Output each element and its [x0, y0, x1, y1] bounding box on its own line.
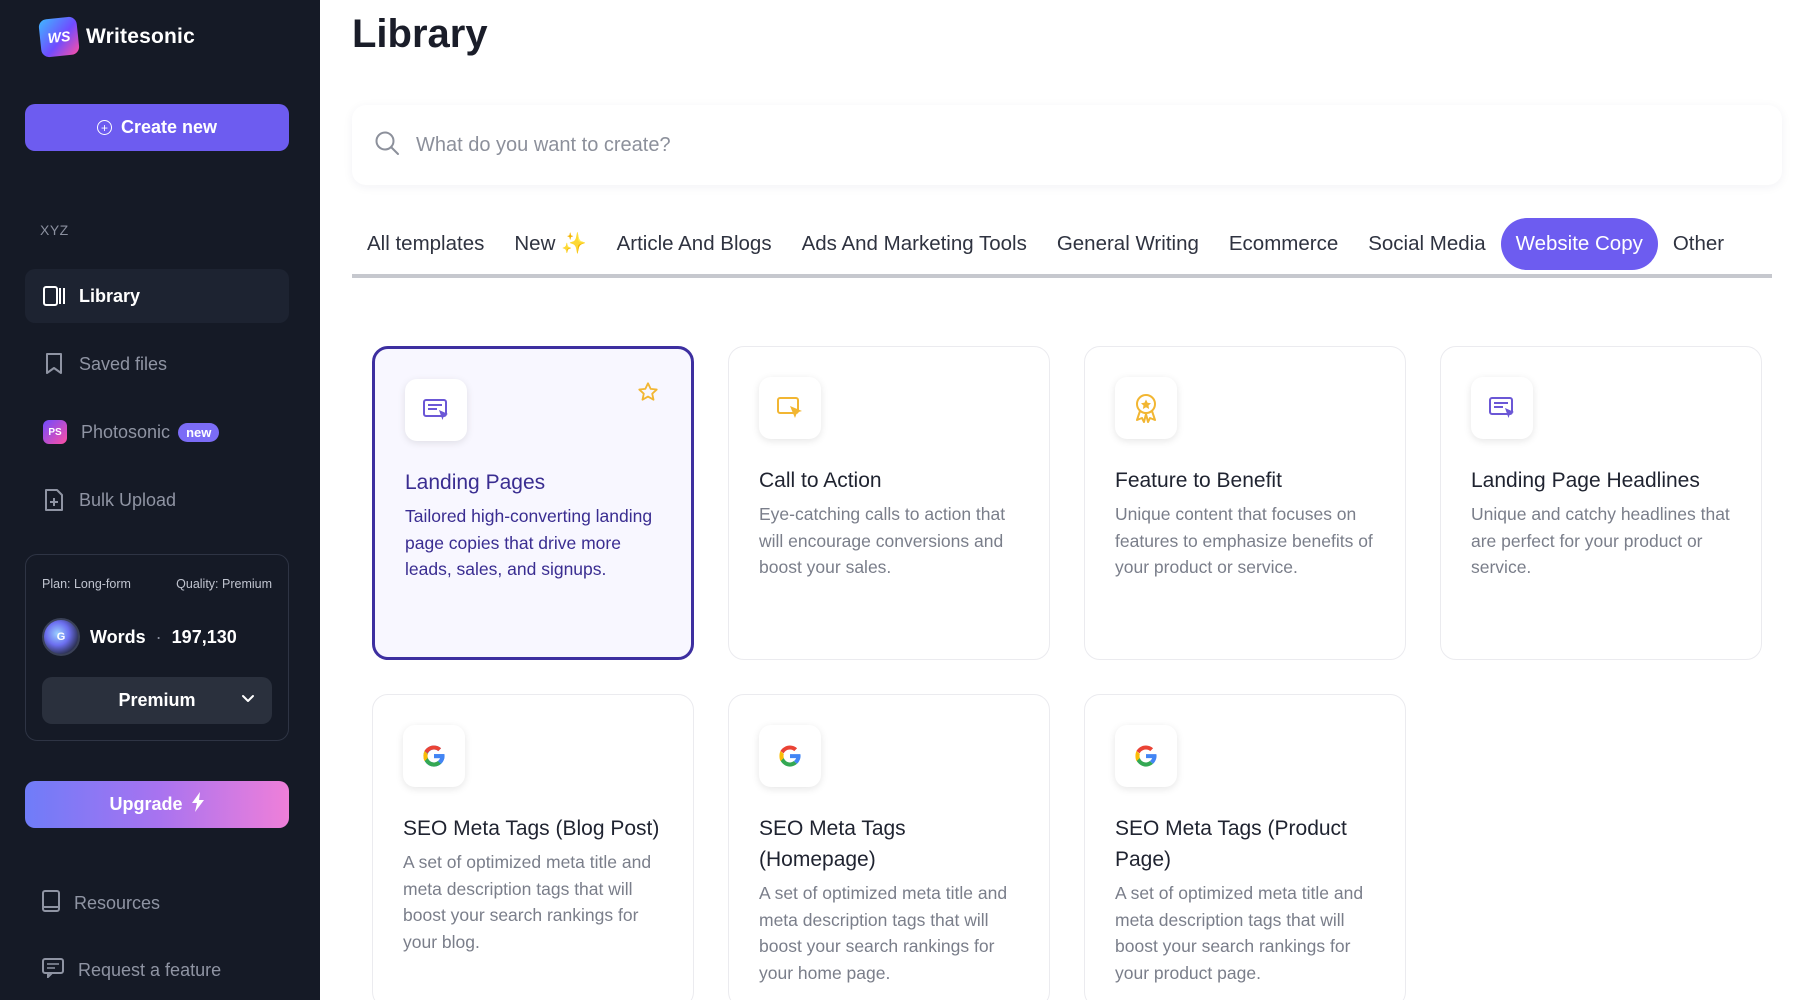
google-icon [403, 725, 465, 787]
card-description: Unique content that focuses on features … [1115, 501, 1379, 581]
template-card-landing-pages[interactable]: Landing Pages Tailored high-converting l… [372, 346, 694, 660]
plan-panel: Plan: Long-form Quality: Premium G Words… [25, 554, 289, 741]
brand-name: Writesonic [86, 25, 195, 49]
search-bar[interactable] [352, 105, 1782, 185]
sidebar-item-label: Request a feature [78, 960, 221, 981]
message-icon [42, 958, 64, 983]
card-description: Tailored high-converting landing page co… [405, 503, 665, 583]
workspace-label: XYZ [40, 222, 69, 238]
photosonic-icon: PS [43, 420, 67, 444]
sidebar-item-request-feature[interactable]: Request a feature [42, 958, 221, 983]
create-new-button[interactable]: + Create new [25, 104, 289, 151]
quality-label: Quality: Premium [176, 577, 272, 591]
tab-social-media[interactable]: Social Media [1353, 218, 1500, 270]
lightning-icon [191, 792, 205, 817]
landing-page-icon [405, 379, 467, 441]
bookmark-icon [43, 353, 65, 375]
file-plus-icon [43, 489, 65, 511]
card-description: A set of optimized meta title and meta d… [759, 880, 1023, 986]
sidebar-item-label: Saved files [79, 354, 167, 375]
plus-circle-icon: + [97, 120, 112, 135]
upgrade-label: Upgrade [109, 794, 182, 815]
tab-website-copy[interactable]: Website Copy [1501, 218, 1658, 270]
tab-ads-and-marketing-tools[interactable]: Ads And Marketing Tools [787, 218, 1042, 270]
sidebar-item-label: Resources [74, 893, 160, 914]
words-count: 197,130 [172, 627, 237, 648]
google-icon [759, 725, 821, 787]
sidebar-item-bulk-upload[interactable]: Bulk Upload [25, 473, 289, 527]
template-card-seo-meta-tags-blog-post[interactable]: SEO Meta Tags (Blog Post) A set of optim… [372, 694, 694, 1000]
tab-article-and-blogs[interactable]: Article And Blogs [602, 218, 787, 270]
card-description: Unique and catchy headlines that are per… [1471, 501, 1735, 581]
card-description: Eye-catching calls to action that will e… [759, 501, 1023, 581]
tab-all-templates[interactable]: All templates [352, 218, 499, 270]
words-label: Words [90, 627, 146, 648]
sidebar-item-label: Photosonic [81, 422, 170, 443]
star-icon[interactable] [637, 381, 659, 408]
sidebar-item-saved-files[interactable]: Saved files [25, 337, 289, 391]
sidebar-item-library[interactable]: Library [25, 269, 289, 323]
card-title: SEO Meta Tags (Product Page) [1115, 813, 1381, 875]
plan-select[interactable]: Premium [42, 677, 272, 724]
words-avatar-icon: G [42, 618, 80, 656]
award-icon [1115, 377, 1177, 439]
google-icon [1115, 725, 1177, 787]
card-title: Call to Action [759, 465, 1025, 496]
create-new-label: Create new [121, 117, 217, 138]
book-icon [42, 890, 60, 917]
sidebar-item-resources[interactable]: Resources [42, 890, 160, 917]
plan-select-value: Premium [118, 690, 195, 711]
card-description: A set of optimized meta title and meta d… [403, 849, 667, 955]
words-separator: · [156, 627, 162, 648]
card-title: Landing Page Headlines [1471, 465, 1737, 496]
sidebar-item-label: Library [79, 286, 140, 307]
search-icon [374, 130, 400, 161]
card-title: SEO Meta Tags (Blog Post) [403, 813, 669, 844]
search-input[interactable] [416, 134, 1716, 157]
tab-new[interactable]: New ✨ [499, 218, 601, 270]
sidebar-item-label: Bulk Upload [79, 490, 176, 511]
tab-general-writing[interactable]: General Writing [1042, 218, 1214, 270]
template-card-call-to-action[interactable]: Call to Action Eye-catching calls to act… [728, 346, 1050, 660]
template-card-seo-meta-tags-product-page[interactable]: SEO Meta Tags (Product Page) A set of op… [1084, 694, 1406, 1000]
new-badge: new [178, 423, 219, 442]
cursor-click-icon [759, 377, 821, 439]
chevron-down-icon [240, 690, 256, 711]
upgrade-button[interactable]: Upgrade [25, 781, 289, 828]
page-title: Library [352, 12, 488, 57]
template-card-landing-page-headlines[interactable]: Landing Page Headlines Unique and catchy… [1440, 346, 1762, 660]
sidebar-item-photosonic[interactable]: PS Photosonic new [25, 405, 289, 459]
card-title: Landing Pages [405, 467, 667, 498]
plan-label: Plan: Long-form [42, 577, 131, 591]
card-title: SEO Meta Tags (Homepage) [759, 813, 1025, 875]
template-card-feature-to-benefit[interactable]: Feature to Benefit Unique content that f… [1084, 346, 1406, 660]
main-content: Library All templates New ✨ Article And … [320, 0, 1800, 1000]
card-description: A set of optimized meta title and meta d… [1115, 880, 1379, 986]
template-card-seo-meta-tags-homepage[interactable]: SEO Meta Tags (Homepage) A set of optimi… [728, 694, 1050, 1000]
library-icon [43, 285, 65, 307]
sidebar: WS Writesonic + Create new XYZ Library S… [0, 0, 320, 1000]
tab-ecommerce[interactable]: Ecommerce [1214, 218, 1353, 270]
writesonic-logo-icon: WS [38, 16, 80, 58]
tab-other[interactable]: Other [1658, 218, 1739, 270]
category-tabs: All templates New ✨ Article And Blogs Ad… [352, 214, 1772, 278]
brand[interactable]: WS Writesonic [40, 18, 195, 56]
card-title: Feature to Benefit [1115, 465, 1381, 496]
landing-page-icon [1471, 377, 1533, 439]
